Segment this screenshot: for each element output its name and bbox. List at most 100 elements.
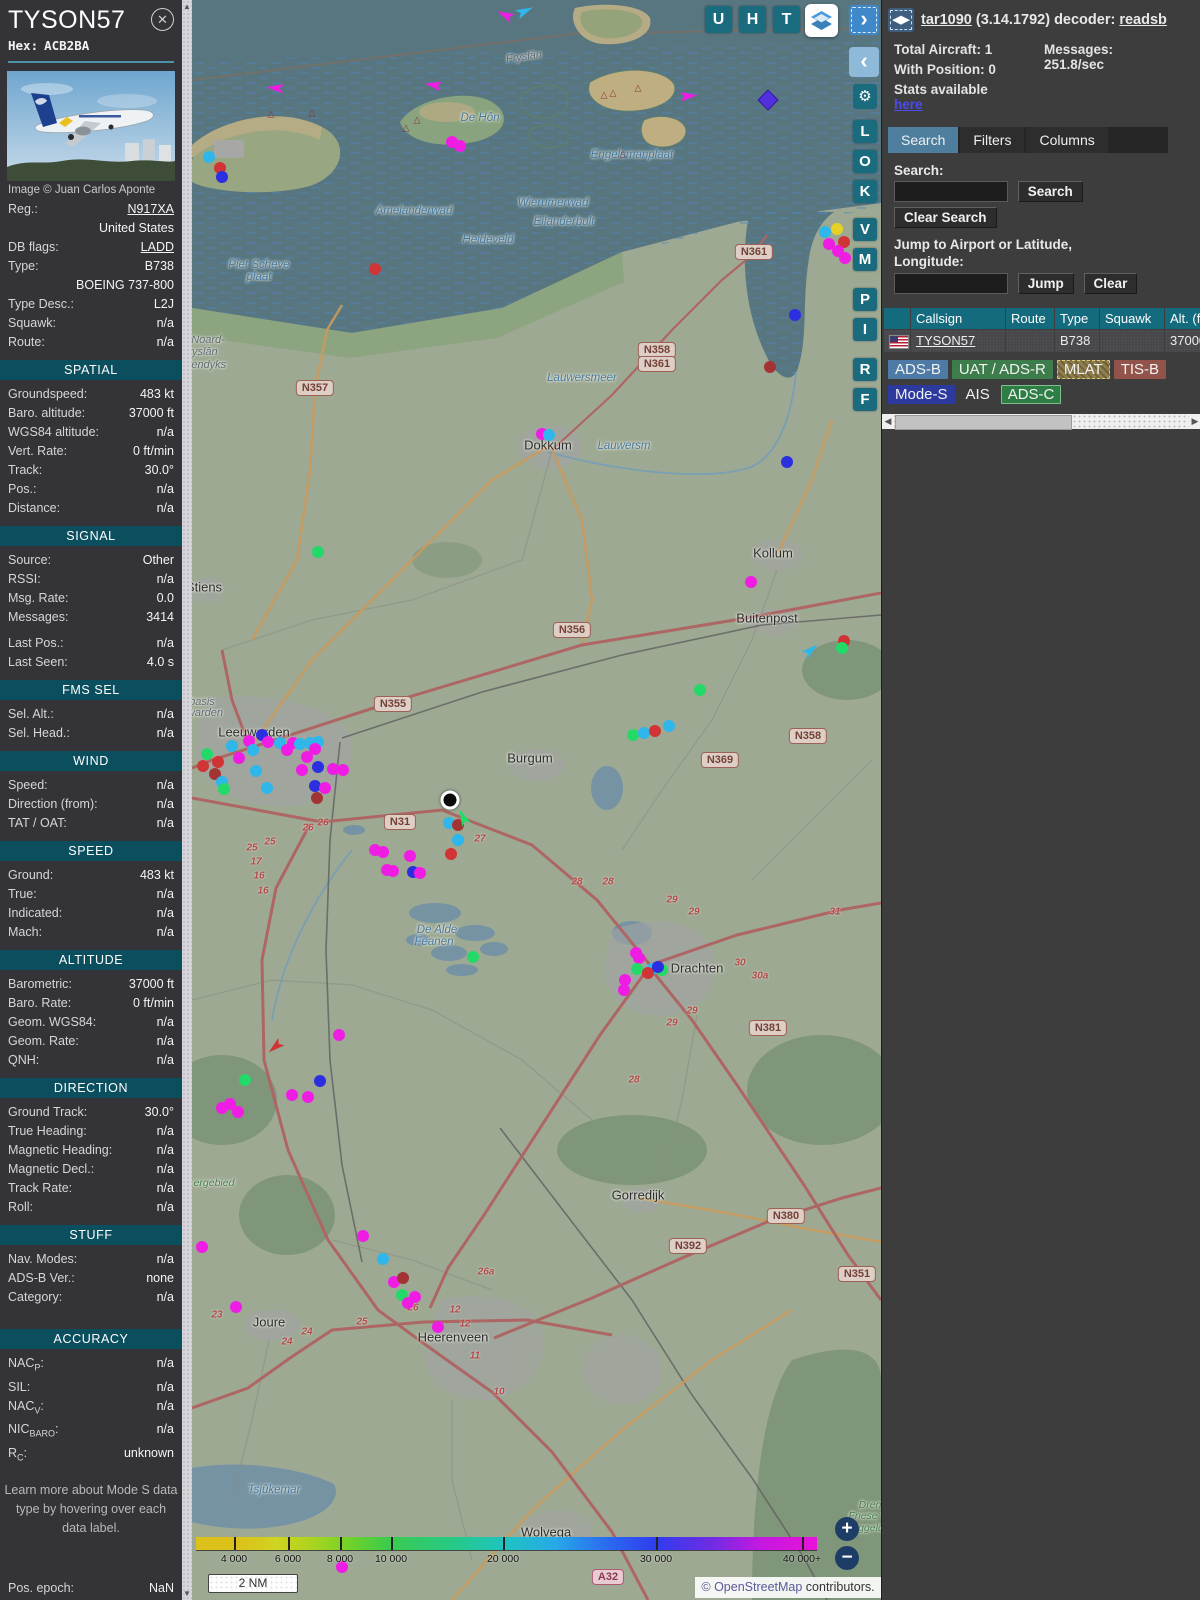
aircraft-dot[interactable] (369, 263, 381, 275)
aircraft-dot[interactable] (261, 782, 273, 794)
aircraft-dot[interactable] (387, 865, 399, 877)
table-header[interactable]: Alt. (ft) (1165, 308, 1200, 329)
panel-collapse-button[interactable]: ‹ (849, 47, 879, 77)
aircraft-dot[interactable] (543, 429, 555, 441)
aircraft-dot[interactable] (789, 309, 801, 321)
layers-button[interactable] (805, 4, 838, 37)
clear-search-button[interactable]: Clear Search (894, 207, 997, 228)
filter-tisb[interactable]: TIS-B (1114, 360, 1166, 379)
stats-here-link[interactable]: here (894, 97, 923, 112)
aircraft-dot[interactable] (314, 1075, 326, 1087)
table-header[interactable]: Route (1006, 308, 1054, 329)
aircraft-dot[interactable] (452, 834, 464, 846)
settings-button[interactable]: ⚙ (853, 84, 877, 109)
map-button-l[interactable]: L (853, 120, 877, 143)
aircraft-dot[interactable] (197, 760, 209, 772)
aircraft-dot[interactable] (781, 456, 793, 468)
filter-adsb[interactable]: ADS-B (888, 360, 948, 379)
table-header[interactable]: Type (1055, 308, 1099, 329)
filter-uat[interactable]: UAT / ADS-R (952, 360, 1053, 379)
aircraft-dot[interactable] (296, 764, 308, 776)
aircraft-dot[interactable] (196, 1241, 208, 1253)
close-icon[interactable]: ✕ (151, 8, 174, 31)
sidebar-toggle-button[interactable]: ◀▶ (888, 8, 914, 32)
map-button-h[interactable]: H (739, 6, 766, 33)
aircraft-dot[interactable] (652, 961, 664, 973)
map-button-t[interactable]: T (773, 6, 800, 33)
aircraft-dot[interactable] (377, 846, 389, 858)
aircraft-dot[interactable] (764, 361, 776, 373)
map-button-u[interactable]: U (705, 6, 732, 33)
tab-search[interactable]: Search (888, 127, 958, 153)
aircraft-dot[interactable] (311, 792, 323, 804)
aircraft-dot[interactable] (216, 171, 228, 183)
aircraft-dot[interactable] (212, 756, 224, 768)
aircraft-dot[interactable] (262, 736, 274, 748)
aircraft-dot[interactable] (454, 140, 466, 152)
search-input[interactable] (894, 181, 1008, 202)
aircraft-dot[interactable] (218, 783, 230, 795)
aircraft-dot[interactable] (302, 1091, 314, 1103)
aircraft-dot[interactable] (618, 984, 630, 996)
osm-link[interactable]: © OpenStreetMap (701, 1580, 802, 1594)
aircraft-dot[interactable] (239, 1074, 251, 1086)
scrollbar-thumb[interactable] (895, 415, 1072, 430)
tab-filters[interactable]: Filters (960, 127, 1024, 153)
aircraft-dot[interactable] (377, 1253, 389, 1265)
filter-ais[interactable]: AIS (959, 385, 997, 404)
aircraft-dot[interactable] (397, 1272, 409, 1284)
map-button-v[interactable]: V (853, 218, 877, 241)
aircraft-dot[interactable] (230, 1301, 242, 1313)
jump-button[interactable]: Jump (1018, 273, 1074, 294)
map-button-o[interactable]: O (853, 150, 877, 173)
sidebar-scrollbar[interactable]: ▲ ▼ (182, 0, 192, 1600)
aircraft-dot[interactable] (247, 744, 259, 756)
aircraft-dot[interactable] (445, 848, 457, 860)
aircraft-dot[interactable] (663, 720, 675, 732)
app-link[interactable]: tar1090 (921, 12, 972, 28)
selected-position-marker[interactable] (441, 791, 460, 810)
map-button-m[interactable]: M (853, 248, 877, 271)
search-button[interactable]: Search (1018, 181, 1083, 202)
aircraft-dot[interactable] (203, 151, 215, 163)
tab-columns[interactable]: Columns (1026, 127, 1107, 153)
aircraft-dot[interactable] (233, 752, 245, 764)
aircraft-dot[interactable] (831, 223, 843, 235)
aircraft-dot[interactable] (836, 642, 848, 654)
scroll-right-icon[interactable]: ▶ (1189, 414, 1200, 429)
aircraft-dot[interactable] (281, 744, 293, 756)
aircraft-dot[interactable] (337, 764, 349, 776)
table-header[interactable]: Squawk (1100, 308, 1164, 329)
aircraft-dot[interactable] (649, 725, 661, 737)
aircraft-dot[interactable] (357, 1230, 369, 1242)
aircraft-dot[interactable] (819, 226, 831, 238)
aircraft-dot[interactable] (333, 1029, 345, 1041)
aircraft-dot[interactable] (201, 748, 213, 760)
filter-modes[interactable]: Mode-S (888, 385, 955, 404)
panel-expand-button[interactable]: › (849, 5, 879, 35)
jump-input[interactable] (894, 273, 1008, 294)
table-horizontal-scrollbar[interactable]: ◀ ▶ (882, 414, 1200, 429)
aircraft-dot[interactable] (409, 1291, 421, 1303)
map[interactable]: FryslânDe HônEngelsmanplaatWierumerwadAm… (192, 0, 881, 1600)
map-button-i[interactable]: I (853, 318, 877, 341)
table-header[interactable] (884, 308, 910, 329)
aircraft-dot[interactable] (301, 751, 313, 763)
scroll-left-icon[interactable]: ◀ (882, 414, 894, 429)
field-value-link[interactable]: N917XA (127, 200, 174, 219)
filter-adsc[interactable]: ADS-C (1001, 385, 1062, 404)
map-button-r[interactable]: R (853, 358, 877, 381)
aircraft-dot[interactable] (694, 684, 706, 696)
aircraft-dot[interactable] (745, 576, 757, 588)
aircraft-dot[interactable] (312, 761, 324, 773)
aircraft-dot[interactable] (839, 252, 851, 264)
aircraft-dot[interactable] (404, 850, 416, 862)
map-button-k[interactable]: K (853, 180, 877, 203)
scroll-up-icon[interactable]: ▲ (182, 2, 192, 11)
field-value-link[interactable]: LADD (141, 238, 174, 257)
aircraft-dot[interactable] (319, 782, 331, 794)
aircraft-dot[interactable] (432, 1321, 444, 1333)
cell-callsign[interactable]: TYSON57 (911, 330, 1005, 352)
aircraft-dot[interactable] (226, 740, 238, 752)
jump-clear-button[interactable]: Clear (1084, 273, 1138, 294)
